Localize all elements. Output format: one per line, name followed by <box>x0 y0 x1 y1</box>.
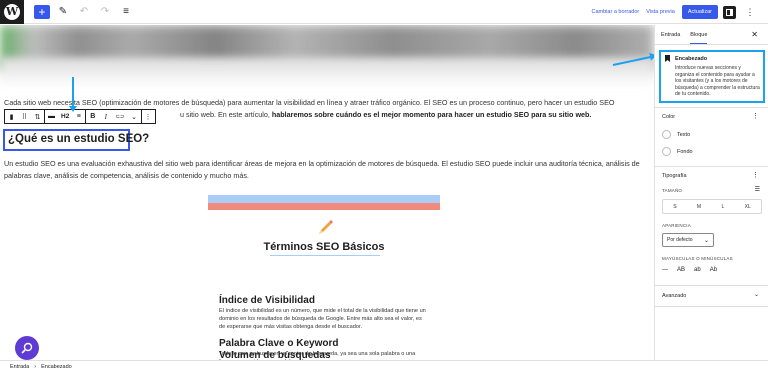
body-paragraph[interactable]: Un estudio SEO es una evaluación exhaust… <box>4 158 644 182</box>
preview-button[interactable]: Vista previa <box>646 9 675 15</box>
selected-heading-block[interactable]: ¿Qué es un estudio SEO? <box>3 129 149 151</box>
intro-text-line2: u sitio web. En este artículo, <box>180 110 272 119</box>
drag-handle-icon[interactable]: ⠿ <box>18 110 31 123</box>
letter-case-label: MAYÚSCULAS O MINÚSCULAS <box>662 256 733 261</box>
tab-post[interactable]: Entrada <box>661 26 680 44</box>
italic-button[interactable]: I <box>99 110 112 123</box>
block-card-title: Encabezado <box>675 55 708 62</box>
advanced-section-toggle[interactable]: Avanzado <box>662 293 686 299</box>
wordpress-logo-button[interactable]: W <box>0 0 24 24</box>
color-swatch-icon <box>662 147 671 156</box>
case-uppercase-button[interactable]: AB <box>677 267 685 273</box>
typography-options-icon[interactable]: ⋮ <box>752 171 759 179</box>
case-lowercase-button[interactable]: ab <box>694 267 701 273</box>
block-toolbar: ▮ ⠿ ⇅ ▬ H2 ≡ B I ⊂⊃ ⌄ ⋮ <box>4 109 156 124</box>
color-options-icon[interactable]: ⋮ <box>752 112 759 120</box>
infographic-red-band <box>208 203 440 210</box>
edit-mode-icon[interactable]: ✎ <box>55 4 71 20</box>
custom-size-icon[interactable]: ☰ <box>755 186 760 193</box>
bold-button[interactable]: B <box>86 110 99 123</box>
redo-icon[interactable]: ↷ <box>97 4 113 20</box>
case-capitalize-button[interactable]: Ab <box>710 267 717 273</box>
options-menu-icon[interactable]: ⋮ <box>742 4 758 20</box>
update-button[interactable]: Actualizar <box>681 5 718 19</box>
editor-top-bar: W + ✎ ↶ ↷ ≡ Cambiar a borrador Vista pre… <box>0 0 768 24</box>
more-rich-text-icon[interactable]: ⌄ <box>128 110 141 123</box>
typography-section-title: Tipografía <box>662 173 687 179</box>
link-icon[interactable]: ⊂⊃ <box>112 110 127 123</box>
blurred-featured-image-fade <box>0 57 654 87</box>
settings-toggle-button[interactable] <box>723 5 736 19</box>
font-size-option[interactable]: XL <box>745 204 751 210</box>
chevron-down-icon: ⌄ <box>703 237 709 244</box>
block-card-description: Introduce nuevas secciones y organiza el… <box>675 65 760 97</box>
breadcrumb-separator-icon: › <box>34 363 37 370</box>
editor-canvas: Cada sitio web necesita SEO (optimizació… <box>0 25 654 360</box>
block-breadcrumb: Entrada › Encabezado <box>0 360 768 372</box>
infographic-section-heading: Índice de Visibilidad <box>219 295 315 306</box>
add-block-button[interactable]: + <box>34 4 50 19</box>
switch-to-draft-button[interactable]: Cambiar a borrador <box>592 9 640 15</box>
sidebar-tabs: Entrada Bloque ✕ <box>655 25 768 45</box>
intro-text-line1: Cada sitio web necesita SEO (optimizació… <box>4 98 615 107</box>
document-overview-icon[interactable]: ≡ <box>118 4 134 20</box>
font-size-option[interactable]: S <box>673 204 676 210</box>
letter-case-options: — AB ab Ab <box>662 267 717 273</box>
align-icon[interactable]: ▬ <box>45 110 58 123</box>
divider <box>655 285 768 286</box>
color-swatch-icon <box>662 130 671 139</box>
breadcrumb-item-post[interactable]: Entrada <box>10 364 29 370</box>
tab-block[interactable]: Bloque <box>690 26 708 44</box>
search-icon <box>21 342 33 354</box>
infographic-blue-band <box>208 195 440 203</box>
font-size-picker: S M L XL <box>662 199 762 214</box>
move-up-down-icon[interactable]: ⇅ <box>31 110 44 123</box>
annotation-arrow-shaft <box>72 77 74 109</box>
color-option-text[interactable]: Texto <box>662 129 690 140</box>
seo-terms-infographic[interactable]: Términos SEO Básicos Índice de Visibilid… <box>208 195 440 360</box>
settings-sidebar: Entrada Bloque ✕ Encabezado Introduce nu… <box>654 25 768 360</box>
heading-text[interactable]: ¿Qué es un estudio SEO? <box>8 133 149 145</box>
infographic-section-heading: Palabra Clave o Keyword <box>219 338 339 349</box>
block-options-icon[interactable]: ⋮ <box>142 110 155 123</box>
font-size-option[interactable]: L <box>721 204 724 210</box>
font-size-label: TAMAÑO <box>662 188 683 193</box>
color-option-label: Texto <box>677 131 691 138</box>
color-section-title: Color <box>662 114 676 120</box>
appearance-label: APARIENCIA <box>662 223 691 228</box>
infographic-title-underline <box>270 255 380 256</box>
undo-icon[interactable]: ↶ <box>76 4 92 20</box>
settings-icon <box>726 8 733 16</box>
appearance-value: Por defecto <box>667 237 693 243</box>
chevron-down-icon[interactable]: ⌄ <box>754 291 759 298</box>
infographic-section-heading: Volumen de búsquedas <box>219 351 331 360</box>
intro-bold-text: hablaremos sobre cuándo es el mejor mome… <box>271 110 592 119</box>
breadcrumb-item-heading: Encabezado <box>41 363 72 370</box>
infographic-title: Términos SEO Básicos <box>263 241 385 253</box>
color-option-label: Fondo <box>677 148 693 155</box>
divider <box>655 107 768 108</box>
bookmark-icon <box>665 55 670 62</box>
annotation-arrow-head <box>69 106 77 112</box>
block-type-heading-icon[interactable]: ▮ <box>5 110 18 123</box>
appearance-select[interactable]: Por defecto ⌄ <box>662 233 714 247</box>
divider <box>655 306 768 307</box>
wordpress-logo-icon: W <box>4 3 20 20</box>
divider <box>655 166 768 167</box>
case-none-button[interactable]: — <box>662 267 668 273</box>
color-option-background[interactable]: Fondo <box>662 146 693 157</box>
assistant-button[interactable] <box>15 336 39 360</box>
close-icon[interactable]: ✕ <box>751 30 758 39</box>
block-card: Encabezado Introduce nuevas secciones y … <box>659 50 765 103</box>
infographic-section-text: El índice de visibilidad es un número, q… <box>219 308 426 330</box>
font-size-option[interactable]: M <box>697 204 701 210</box>
pencil-icon <box>318 220 333 235</box>
